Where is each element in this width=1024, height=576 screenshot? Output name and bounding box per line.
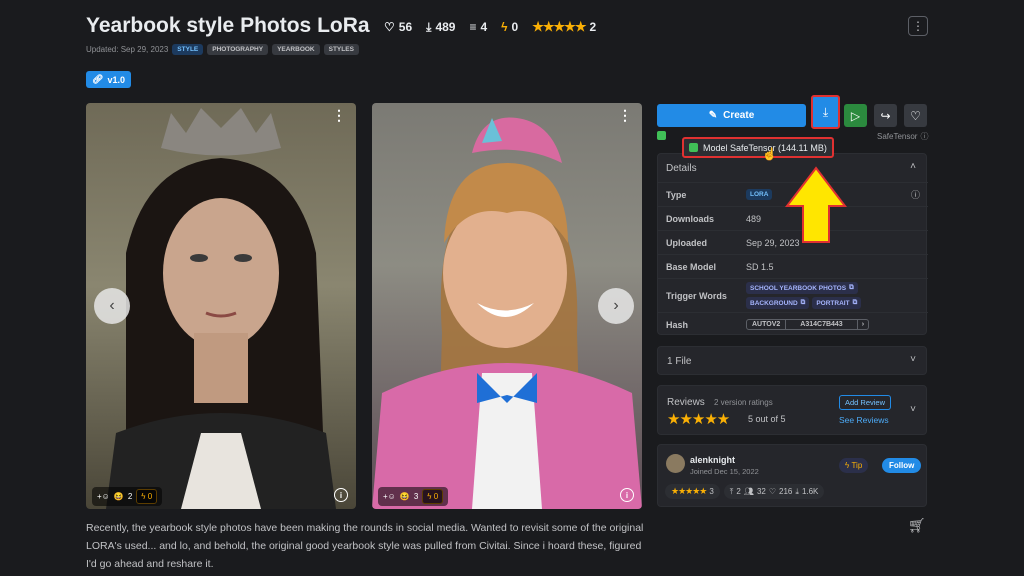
copy-icon: ⧉ — [849, 284, 854, 291]
download-button[interactable]: ⤓ — [811, 95, 840, 129]
download-tooltip[interactable]: Model SafeTensor (144.11 MB) — [682, 137, 834, 158]
play-icon: ▷ — [850, 108, 861, 123]
hash-value[interactable]: A314C7B443 — [786, 320, 858, 329]
buzz-stat: ϟ0 — [501, 20, 519, 34]
reaction-bar[interactable]: +☺ 😆 2 ϟ 0 — [92, 487, 163, 506]
shield-icon — [689, 143, 698, 152]
add-reaction-icon[interactable]: +☺ — [97, 492, 110, 501]
reviews-panel: Reviews 2 version ratings ★★★★★ 5 out of… — [657, 385, 927, 435]
star-icon: ★★★★★ — [671, 486, 707, 496]
creator-name[interactable]: alenknight — [690, 455, 735, 465]
add-reaction-icon[interactable]: +☺ — [383, 492, 396, 501]
trigger-word-chip[interactable]: BACKGROUND ⧉ — [746, 297, 810, 309]
info-icon: ⓘ — [920, 132, 929, 141]
copy-icon: ⧉ — [852, 299, 858, 306]
updated-row: Updated: Sep 29, 2023 STYLE PHOTOGRAPHY … — [86, 44, 359, 55]
laugh-emoji-icon: 😆 — [113, 492, 124, 501]
cart-off-icon[interactable]: 🛒︎ — [908, 517, 926, 534]
share-icon: ↪ — [880, 108, 891, 123]
image-info-icon[interactable]: i — [334, 488, 348, 502]
safetensor-label: SafeTensor ⓘ — [877, 132, 929, 141]
model-title: Yearbook style Photos LoRa — [86, 14, 370, 37]
type-badge: LORA — [746, 189, 773, 200]
laugh-emoji-icon: 😆 — [399, 492, 410, 501]
detail-row-trigger-words: Trigger Words SCHOOL YEARBOOK PHOTOS ⧉ BA… — [658, 278, 928, 312]
gallery-image-1[interactable]: ⋮ ‹ +☺ 😆 2 ϟ 0 i — [86, 103, 356, 509]
gallery-image-2[interactable]: ⋮ › +☺ 😆 3 ϟ 0 i — [372, 103, 642, 509]
download-icon: ⤓ — [795, 486, 799, 496]
more-options-button[interactable]: ⋮ — [908, 16, 928, 36]
reaction-bar[interactable]: +☺ 😆 3 ϟ 0 — [378, 487, 449, 506]
likes-stat[interactable]: ♡ 56 — [384, 20, 412, 34]
creator-stats-pill: ⤒ 2 👥︎ 32 ♡ 216 ⤓ 1.6K — [723, 484, 825, 499]
tip-button[interactable]: ϟ Tip — [839, 458, 869, 473]
model-description: Recently, the yearbook style photos have… — [86, 522, 644, 570]
link-icon: 🔗︎ — [92, 74, 104, 84]
buzz-tip-button[interactable]: ϟ 0 — [422, 489, 444, 504]
creator-rating-stat: ★★★★★ 3 — [665, 484, 720, 499]
creator-stats: ★★★★★ 3 ⤒ 2 👥︎ 32 ♡ 216 ⤓ 1.6K — [665, 484, 825, 499]
star-rating-icon: ★★★★★ — [532, 19, 586, 34]
image-menu-icon[interactable]: ⋮ — [332, 107, 346, 124]
comment-icon: ≡ — [469, 20, 477, 34]
bolt-icon: ϟ — [501, 20, 508, 34]
hash-box[interactable]: AUTOV2 A314C7B443 › — [746, 319, 870, 330]
tag-yearbook[interactable]: YEARBOOK — [272, 44, 320, 55]
updated-date: Updated: Sep 29, 2023 — [86, 45, 169, 54]
brush-icon: ✎ — [708, 110, 718, 121]
next-image-button[interactable]: › — [598, 288, 634, 324]
avatar[interactable] — [666, 454, 685, 473]
detail-row-hash: Hash AUTOV2 A314C7B443 › — [658, 312, 928, 336]
upload-icon: ⤒ — [729, 486, 734, 496]
rating-stat[interactable]: ★★★★★ 2 — [532, 19, 596, 35]
chevron-down-icon[interactable]: ˅ — [910, 354, 916, 365]
heart-icon: ♡ — [768, 487, 777, 496]
mouse-cursor-icon: ☝ — [762, 147, 777, 161]
image-info-icon[interactable]: i — [620, 488, 634, 502]
yellow-arrow-annotation — [785, 166, 847, 243]
share-button[interactable]: ↪ — [874, 104, 897, 127]
info-icon[interactable]: ⓘ — [911, 188, 920, 201]
chevron-down-icon[interactable]: ˅ — [910, 404, 916, 415]
details-header[interactable]: Details — [666, 163, 697, 174]
tag-styles[interactable]: STYLES — [323, 44, 359, 55]
download-icon: ⤓ — [426, 19, 432, 34]
favorite-button[interactable]: ♡ — [904, 104, 927, 127]
trigger-word-chip[interactable]: PORTRAIT ⧉ — [812, 297, 862, 309]
trigger-word-chip[interactable]: SCHOOL YEARBOOK PHOTOS ⧉ — [746, 282, 858, 294]
copy-icon: ⧉ — [800, 299, 806, 306]
tag-style[interactable]: STYLE — [172, 44, 204, 55]
version-button[interactable]: 🔗︎ v1.0 — [86, 71, 131, 88]
hash-type[interactable]: AUTOV2 — [747, 320, 787, 329]
chevron-right-icon[interactable]: › — [858, 320, 868, 329]
comments-stat[interactable]: ≡ 4 — [469, 20, 487, 34]
files-panel[interactable]: 1 File ˅ — [657, 346, 927, 375]
chevron-up-icon[interactable]: ˄ — [910, 161, 916, 172]
create-button[interactable]: ✎ Create — [657, 104, 806, 127]
creator-panel: alenknight Joined Dec 15, 2022 ϟ Tip Fol… — [657, 444, 927, 507]
prev-image-button[interactable]: ‹ — [94, 288, 130, 324]
star-rating-icon: ★★★★★ — [667, 411, 730, 428]
followers-icon: 👥︎ — [743, 487, 754, 496]
heart-icon: ♡ — [910, 108, 921, 123]
image-menu-icon[interactable]: ⋮ — [618, 107, 632, 124]
follow-button[interactable]: Follow — [882, 458, 922, 473]
detail-row-base-model: Base Model SD 1.5 — [658, 254, 928, 278]
add-review-button[interactable]: Add Review — [839, 395, 892, 410]
tag-photography[interactable]: PHOTOGRAPHY — [207, 44, 269, 55]
heart-icon: ♡ — [384, 20, 395, 34]
verified-shield-icon — [657, 131, 666, 140]
buzz-tip-button[interactable]: ϟ 0 — [136, 489, 158, 504]
download-icon: ⤓ — [822, 104, 829, 119]
downloads-stat: ⤓ 489 — [426, 19, 456, 35]
model-stats: ♡ 56 ⤓ 489 ≡ 4 ϟ0 ★★★★★ 2 — [384, 19, 596, 35]
see-reviews-link[interactable]: See Reviews — [839, 415, 889, 425]
run-button[interactable]: ▷ — [844, 104, 867, 127]
